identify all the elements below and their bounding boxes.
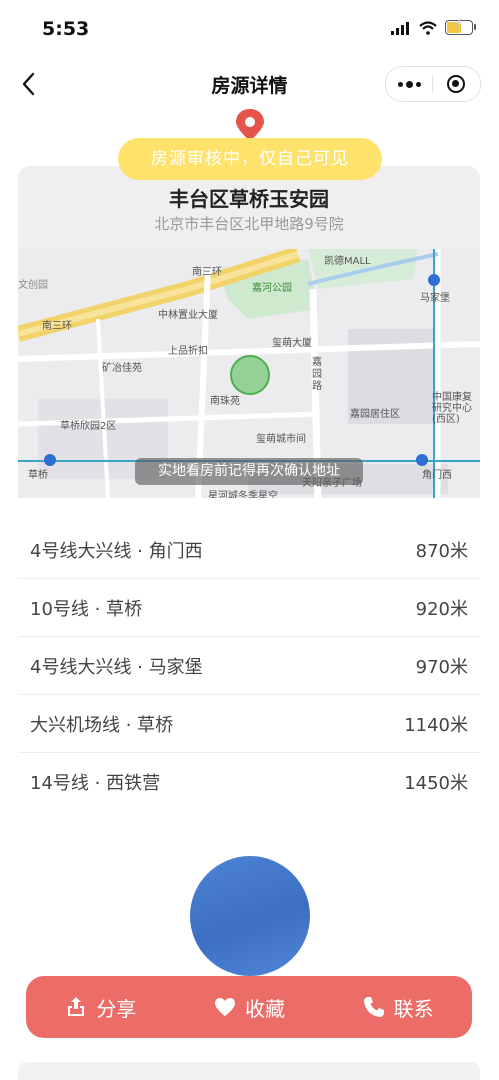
location-map[interactable]: 南三环 南三环 文创园 凯德MALL 嘉河公园 马家堡 中林置业大厦 上品折扣 … xyxy=(18,249,480,498)
status-time: 5:53 xyxy=(42,18,90,40)
favorite-label: 收藏 xyxy=(244,996,285,1021)
metro-distance: 1140米 xyxy=(404,715,468,736)
floating-avatar[interactable] xyxy=(190,856,310,976)
metro-distance: 920米 xyxy=(415,599,468,620)
next-section-peek xyxy=(18,1062,480,1080)
more-icon[interactable] xyxy=(386,67,432,101)
map-label-jiayuan-road: 嘉园路 xyxy=(312,357,322,392)
battery-icon: ⚡ xyxy=(445,17,476,35)
map-address-tip: 实地看房前记得再次确认地址 xyxy=(135,458,363,485)
map-label-kuangye: 矿冶佳苑 xyxy=(102,363,142,374)
share-label: 分享 xyxy=(96,996,137,1021)
community-name: 丰台区草桥玉安园 xyxy=(169,187,329,211)
map-label-jiayuan-juzhu: 嘉园居住区 xyxy=(350,409,400,420)
metro-line-name: 大兴机场线 · 草桥 xyxy=(30,715,174,736)
map-label-nanzhuyuan: 南珠苑 xyxy=(210,396,240,407)
contact-button[interactable]: 联系 xyxy=(362,993,434,1022)
map-label-kaide-mall: 凯德MALL xyxy=(324,256,371,267)
list-item: 4号线大兴线 · 马家堡 970米 xyxy=(18,637,480,695)
metro-distance: 970米 xyxy=(415,657,468,678)
close-mini-icon[interactable] xyxy=(433,67,479,101)
map-label-zhonglin: 中林置业大厦 xyxy=(158,310,218,321)
map-label-jiaomenxi-station: 角门西 xyxy=(422,470,452,481)
wifi-icon xyxy=(419,20,437,35)
review-status-badge: 房源审核中，仅自己可见 xyxy=(118,138,382,180)
map-label-majiapu: 马家堡 xyxy=(420,293,450,304)
map-label-xihao-tower: 玺萌大厦 xyxy=(272,338,312,349)
metro-distance: 1450米 xyxy=(404,773,468,794)
map-label-xinghe: 星河城冬季星空 xyxy=(208,491,278,498)
map-label-nansanhuan-left: 南三环 xyxy=(42,321,72,332)
mini-program-capsule xyxy=(385,66,481,102)
house-location-marker xyxy=(230,355,270,395)
map-label-caoqiao-station: 草桥 xyxy=(28,470,48,481)
map-label-shangpin: 上品折扣 xyxy=(168,346,208,357)
full-address: 北京市丰台区北甲地路9号院 xyxy=(154,215,344,233)
metro-line-name: 4号线大兴线 · 马家堡 xyxy=(30,657,203,678)
nav-bar: 房源详情 xyxy=(0,60,499,108)
status-bar: 5:53 ⚡ xyxy=(0,0,499,60)
share-button[interactable]: 分享 xyxy=(64,993,136,1022)
list-item: 10号线 · 草桥 920米 xyxy=(18,579,480,637)
contact-label: 联系 xyxy=(393,996,434,1021)
list-item: 大兴机场线 · 草桥 1140米 xyxy=(18,695,480,753)
map-label-jiahe-park: 嘉河公园 xyxy=(252,283,292,294)
list-item: 14号线 · 西铁营 1450米 xyxy=(18,753,480,810)
favorite-button[interactable]: 收藏 xyxy=(213,993,285,1022)
heart-icon xyxy=(214,998,235,1016)
list-item: 4号线大兴线 · 角门西 870米 xyxy=(18,521,480,579)
metro-distance: 870米 xyxy=(415,541,468,562)
metro-list: 4号线大兴线 · 角门西 870米 10号线 · 草桥 920米 4号线大兴线 … xyxy=(18,521,480,810)
location-pin-icon xyxy=(236,109,264,141)
status-icons: ⚡ xyxy=(391,17,476,35)
metro-line-name: 10号线 · 草桥 xyxy=(30,599,143,620)
metro-line-name: 4号线大兴线 · 角门西 xyxy=(30,541,203,562)
share-icon xyxy=(68,997,85,1016)
signal-icon xyxy=(391,21,409,35)
map-label-caoqiao-xinyuan: 草桥欣园2区 xyxy=(60,421,117,432)
metro-line-name: 14号线 · 西铁营 xyxy=(30,773,161,794)
map-label-zhongguo-kangfu: 中国康复研究中心(西区) xyxy=(432,392,472,425)
phone-icon xyxy=(363,997,384,1017)
map-label-wenchuang: 文创园 xyxy=(18,280,48,291)
map-label-xihao-city: 玺萌城市间 xyxy=(256,434,306,445)
bottom-action-bar: 分享 收藏 联系 xyxy=(26,976,472,1038)
map-label-nansanhuan-top: 南三环 xyxy=(192,267,222,278)
